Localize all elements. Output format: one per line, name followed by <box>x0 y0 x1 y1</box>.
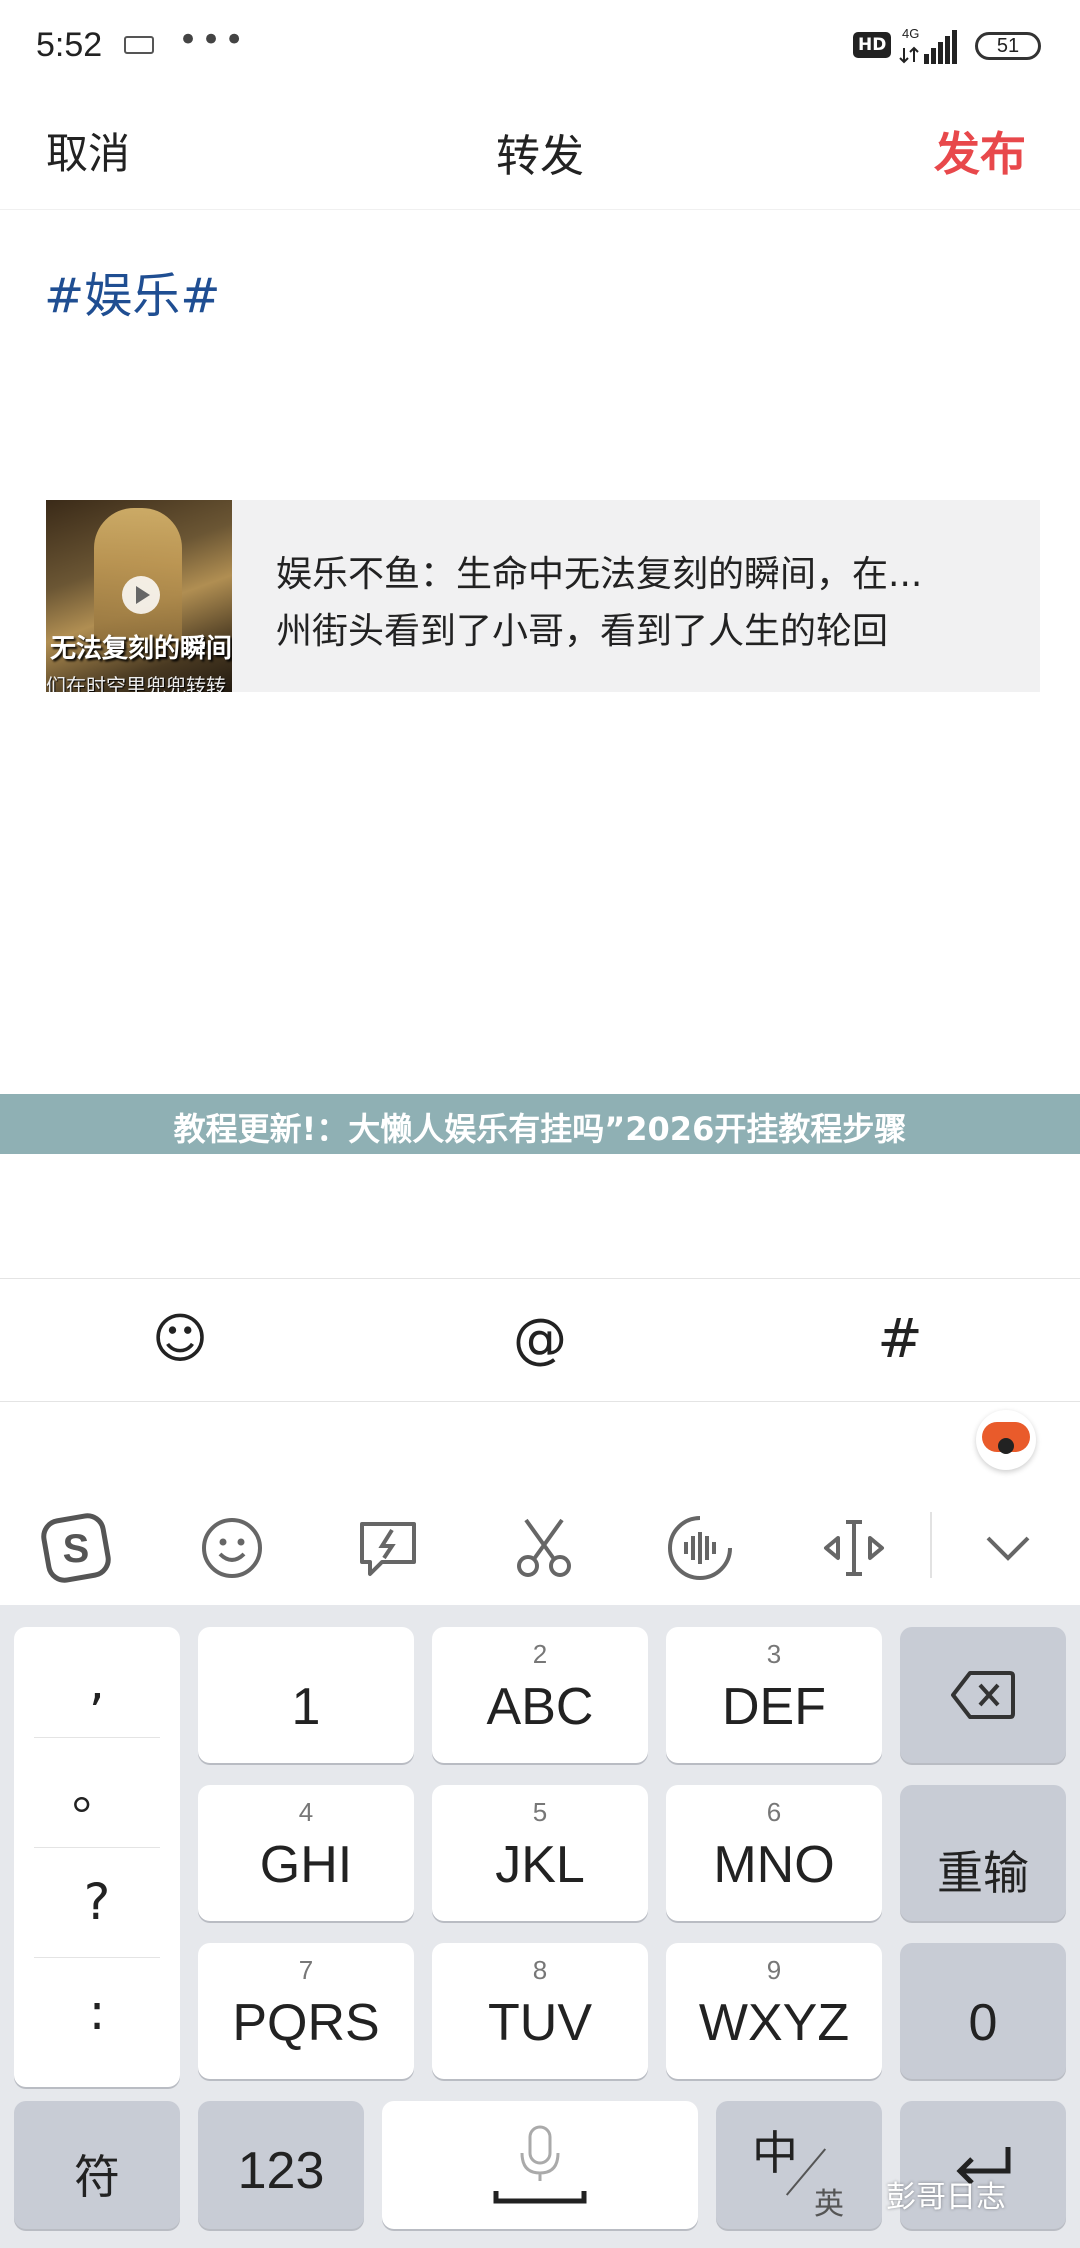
banner-text: 教程更新!：大懒人娱乐有挂吗”2026开挂教程步骤 <box>173 1110 907 1148</box>
card-text-line-1: 娱乐不鱼：生命中无法复刻的瞬间，在... <box>276 554 923 595</box>
battery-indicator: 51 <box>975 32 1041 60</box>
key-label: MNO <box>713 1836 835 1894</box>
video-thumbnail[interactable]: 无法复刻的瞬间 们在时空里兜兜转转 <box>46 500 232 692</box>
key-label: JKL <box>495 1836 585 1894</box>
status-bar: 5:52 ••• HD 4G 51 <box>0 0 1080 92</box>
key-label: ABC <box>486 1678 594 1736</box>
collapse-keyboard-icon[interactable] <box>972 1512 1044 1584</box>
space-key[interactable] <box>382 2101 698 2229</box>
delete-key[interactable] <box>900 1627 1066 1763</box>
punct-colon-key[interactable]: : <box>14 1957 180 2067</box>
key-def[interactable]: 3 DEF <box>666 1627 882 1763</box>
backspace-icon <box>951 1671 1015 1719</box>
key-label: TUV <box>488 1994 592 2052</box>
retype-key[interactable]: 重输 <box>900 1785 1066 1921</box>
scissors-icon[interactable] <box>508 1512 580 1584</box>
key-label: GHI <box>259 1836 353 1894</box>
key-number: 3 <box>766 1639 782 1669</box>
emoji-icon[interactable]: ☺ <box>148 1307 212 1371</box>
hd-badge: HD <box>853 32 892 58</box>
ime-mascot-icon[interactable] <box>976 1410 1036 1470</box>
symbol-key[interactable]: 符 <box>14 2101 180 2229</box>
page-title: 转发 <box>496 131 584 182</box>
emoticon-icon[interactable] <box>196 1512 268 1584</box>
language-switch-key[interactable]: 中 英 <box>716 2101 882 2229</box>
overlay-banner: 教程更新!：大懒人娱乐有挂吗”2026开挂教程步骤 <box>0 1094 1080 1154</box>
forwarded-post-card[interactable]: 无法复刻的瞬间 们在时空里兜兜转转 娱乐不鱼：生命中无法复刻的瞬间，在... 州… <box>46 500 1040 692</box>
lang-sub-label: 英 <box>814 2187 844 2222</box>
voice-wave-icon[interactable] <box>664 1512 736 1584</box>
punctuation-column[interactable]: , 。 ? : <box>14 1627 180 2087</box>
key-label: PQRS <box>232 1994 380 2052</box>
key-number: 5 <box>532 1797 548 1827</box>
mention-icon[interactable]: @ <box>508 1307 572 1371</box>
key-jkl[interactable]: 5 JKL <box>432 1785 648 1921</box>
thumbnail-subcaption: 们在时空里兜兜转转 <box>46 674 226 692</box>
key-label: 1 <box>291 1678 321 1736</box>
compose-toolbar: ☺ @ # <box>0 1278 1080 1402</box>
key-number: 7 <box>298 1955 314 1985</box>
key-number: 4 <box>298 1797 314 1827</box>
signal-icon: 4G <box>899 26 957 64</box>
play-icon <box>122 576 160 614</box>
punct-period-key[interactable]: 。 <box>14 1737 180 1847</box>
sogou-logo-icon[interactable]: S <box>40 1512 112 1584</box>
topic-hashtag-icon[interactable]: # <box>868 1307 932 1371</box>
ime-toolbar: S <box>0 1490 1080 1600</box>
numbers-key[interactable]: 123 <box>198 2101 364 2229</box>
key-number: 6 <box>766 1797 782 1827</box>
key-label: 0 <box>968 1994 998 2052</box>
toolbar-divider <box>930 1512 932 1578</box>
key-number: 9 <box>766 1955 782 1985</box>
key-label: DEF <box>722 1678 826 1736</box>
compose-text-input[interactable]: #娱乐# <box>44 256 220 326</box>
key-wxyz[interactable]: 9 WXYZ <box>666 1943 882 2079</box>
more-notifications-icon: ••• <box>178 20 248 60</box>
svg-text:S: S <box>63 1527 90 1571</box>
wechat-watermark: 彭哥日志 <box>886 2180 1006 2215</box>
quick-reply-icon[interactable] <box>352 1512 424 1584</box>
keyboard: , 。 ? : 1 2 ABC 3 DEF 4 GHI 5 JKL 6 MNO <box>0 1605 1080 2248</box>
publish-button[interactable]: 发布 <box>934 118 1026 184</box>
key-label: 符 <box>74 2150 120 2204</box>
key-1[interactable]: 1 <box>198 1627 414 1763</box>
lang-main-label: 中 <box>752 2126 798 2180</box>
key-pqrs[interactable]: 7 PQRS <box>198 1943 414 2079</box>
header: 取消 转发 发布 <box>0 100 1080 210</box>
card-text-line-2: 州街头看到了小哥，看到了人生的轮回 <box>276 611 889 652</box>
punct-comma-key[interactable]: , <box>14 1627 180 1737</box>
key-label: 重输 <box>937 1846 1029 1900</box>
microphone-icon <box>493 2125 587 2204</box>
key-0[interactable]: 0 <box>900 1943 1066 2079</box>
key-tuv[interactable]: 8 TUV <box>432 1943 648 2079</box>
keyboard-status-icon <box>124 36 154 54</box>
key-number: 2 <box>532 1639 548 1669</box>
punct-question-key[interactable]: ? <box>14 1847 180 1957</box>
status-time: 5:52 <box>36 26 103 64</box>
key-mno[interactable]: 6 MNO <box>666 1785 882 1921</box>
key-label: 123 <box>237 2142 325 2200</box>
key-label: WXYZ <box>698 1994 850 2052</box>
key-abc[interactable]: 2 ABC <box>432 1627 648 1763</box>
network-type: 4G <box>902 26 919 41</box>
cursor-move-icon[interactable] <box>818 1512 890 1584</box>
key-number: 8 <box>532 1955 548 1985</box>
key-ghi[interactable]: 4 GHI <box>198 1785 414 1921</box>
thumbnail-caption: 无法复刻的瞬间 <box>50 634 232 664</box>
